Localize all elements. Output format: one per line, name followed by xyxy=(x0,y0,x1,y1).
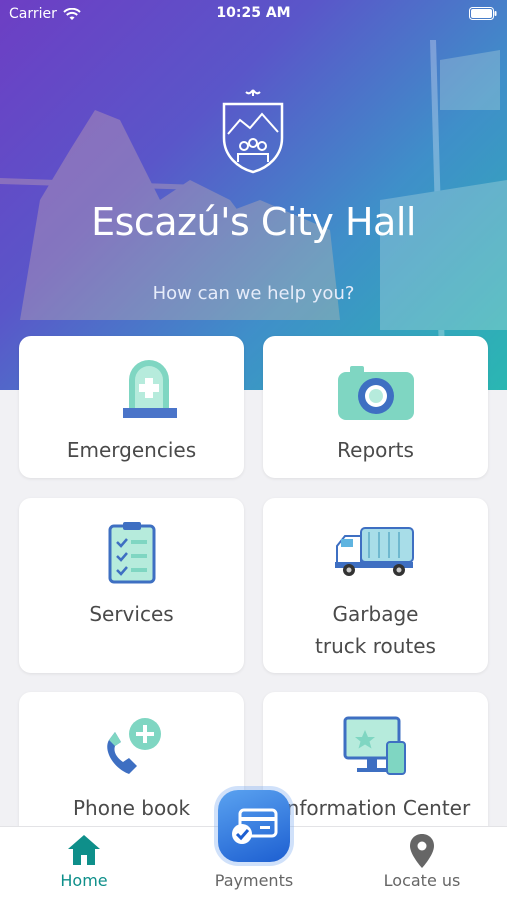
tab-payments-label: Payments xyxy=(214,871,294,890)
page-title: Escazú's City Hall xyxy=(91,200,416,244)
home-icon xyxy=(68,835,100,865)
tab-locate-us-label: Locate us xyxy=(383,871,461,890)
tab-home-label: Home xyxy=(60,871,108,890)
city-seal-logo xyxy=(222,89,284,174)
garbage-truck-icon xyxy=(335,527,414,576)
tombstone-cross-icon xyxy=(123,360,177,418)
tab-locate-us[interactable]: Locate us xyxy=(362,827,482,901)
battery-icon xyxy=(469,7,497,20)
phone-book-label: Phone book xyxy=(72,796,191,820)
phone-add-icon xyxy=(107,718,161,774)
garbage-label-line1: Garbage xyxy=(332,602,419,626)
services-card[interactable]: Services xyxy=(19,498,244,673)
emergencies-card[interactable]: Emergencies xyxy=(19,336,244,478)
services-label: Services xyxy=(89,602,174,626)
clipboard-checklist-icon xyxy=(108,522,156,584)
clock: 10:25 AM xyxy=(216,5,291,21)
map-pin-icon xyxy=(410,834,434,868)
garbage-label-line2: truck routes xyxy=(315,634,436,658)
page-subtitle: How can we help you? xyxy=(152,283,355,304)
status-bar: Carrier 10:25 AM xyxy=(0,0,507,28)
camera-icon xyxy=(338,366,414,420)
reports-label: Reports xyxy=(337,438,414,462)
header-banner xyxy=(0,0,507,390)
payments-floating-button[interactable] xyxy=(218,790,290,862)
tab-home[interactable]: Home xyxy=(24,827,144,901)
statue-background-image xyxy=(0,40,507,390)
garbage-truck-routes-card[interactable]: Garbage truck routes xyxy=(263,498,488,673)
credit-card-check-icon xyxy=(232,808,278,844)
reports-card[interactable]: Reports xyxy=(263,336,488,478)
emergencies-label: Emergencies xyxy=(66,438,197,462)
information-center-label: Information Center xyxy=(280,796,471,820)
monitor-phone-icon xyxy=(343,716,406,775)
